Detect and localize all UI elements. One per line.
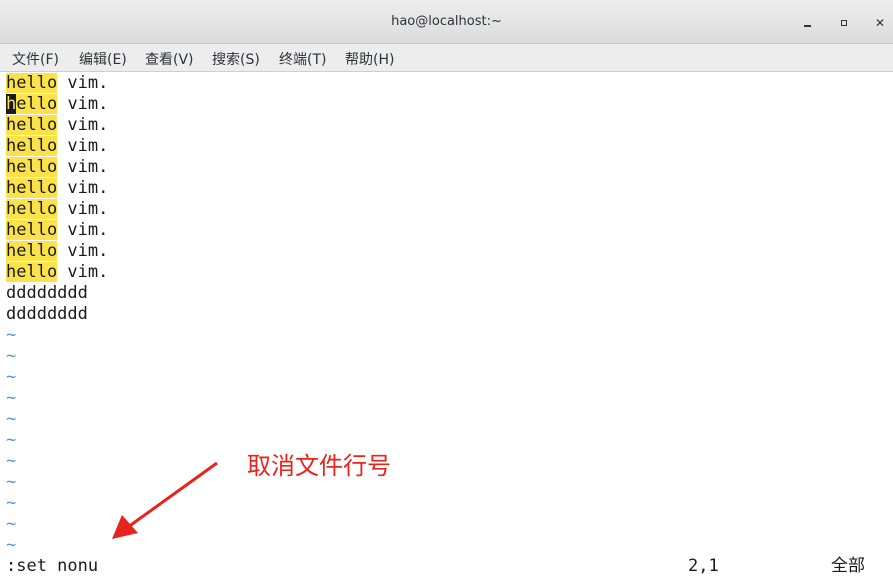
empty-line-tilde: ~ — [6, 367, 17, 387]
empty-line-tilde: ~ — [6, 388, 17, 408]
buffer-line: hello vim. — [6, 94, 108, 115]
menu-terminal[interactable]: 终端(T) — [279, 49, 326, 69]
maximize-button[interactable] — [836, 14, 854, 32]
buffer-line: hello vim. — [6, 262, 108, 283]
menu-edit[interactable]: 编辑(E) — [79, 49, 127, 69]
title-bar[interactable]: hao@localhost:~ ✕ — [0, 0, 893, 44]
search-match: hello — [6, 73, 58, 93]
line-text: vim. — [57, 73, 109, 93]
minimize-button[interactable] — [799, 14, 817, 32]
annotation-label: 取消文件行号 — [247, 452, 391, 480]
search-match: hello — [6, 199, 58, 219]
buffer-line: hello vim. — [6, 157, 108, 178]
minimize-icon — [804, 25, 811, 27]
terminal-window: hao@localhost:~ ✕ 文件(F) 编辑(E) 查看(V) 搜索(S… — [0, 0, 893, 578]
window-title: hao@localhost:~ — [391, 14, 502, 29]
close-icon: ✕ — [874, 16, 886, 30]
empty-line-tilde: ~ — [6, 325, 17, 345]
empty-line-tilde: ~ — [6, 346, 17, 366]
empty-line-tilde: ~ — [6, 514, 17, 534]
buffer-line: hello vim. — [6, 73, 108, 94]
empty-line-tilde: ~ — [6, 409, 17, 429]
command-line[interactable]: :set nonu — [6, 556, 98, 577]
buffer-line: hello vim. — [6, 241, 108, 262]
buffer-line: hello vim. — [6, 199, 108, 220]
close-button[interactable]: ✕ — [871, 14, 889, 32]
menu-search[interactable]: 搜索(S) — [212, 49, 260, 69]
line-text: vim. — [57, 94, 109, 114]
search-match: hello — [6, 220, 58, 240]
empty-line-tilde: ~ — [6, 472, 17, 492]
annotation-arrow-icon — [112, 461, 218, 539]
menu-help[interactable]: 帮助(H) — [345, 49, 394, 69]
line-text: vim. — [57, 157, 109, 177]
empty-line-tilde: ~ — [6, 535, 17, 555]
line-text: vim. — [57, 199, 109, 219]
search-match: hello — [6, 136, 58, 156]
menu-file[interactable]: 文件(F) — [12, 49, 59, 69]
search-match: ello — [16, 94, 58, 114]
search-match: hello — [6, 262, 58, 282]
maximize-icon — [841, 20, 847, 26]
buffer-line: dddddddd — [6, 304, 88, 324]
line-text: vim. — [57, 136, 109, 156]
buffer-line: hello vim. — [6, 178, 108, 199]
buffer-line: hello vim. — [6, 115, 108, 136]
line-text: vim. — [57, 115, 109, 135]
line-text: vim. — [57, 241, 109, 261]
terminal-area[interactable]: hello vim. hello vim. hello vim. hello v… — [0, 72, 893, 578]
text-cursor: h — [6, 94, 17, 114]
empty-line-tilde: ~ — [6, 430, 17, 450]
line-text: vim. — [57, 262, 109, 282]
cursor-position: 2,1 — [688, 556, 719, 576]
search-match: hello — [6, 241, 58, 261]
empty-line-tilde: ~ — [6, 451, 17, 471]
search-match: hello — [6, 178, 58, 198]
search-match: hello — [6, 115, 58, 135]
line-text: vim. — [57, 178, 109, 198]
menu-bar: 文件(F) 编辑(E) 查看(V) 搜索(S) 终端(T) 帮助(H) — [0, 44, 893, 72]
empty-line-tilde: ~ — [6, 493, 17, 513]
menu-view[interactable]: 查看(V) — [145, 49, 194, 69]
buffer-line: dddddddd — [6, 283, 88, 303]
line-text: vim. — [57, 220, 109, 240]
scroll-scope: 全部 — [831, 556, 865, 576]
search-match: hello — [6, 157, 58, 177]
buffer-line: hello vim. — [6, 220, 108, 241]
buffer-line: hello vim. — [6, 136, 108, 157]
